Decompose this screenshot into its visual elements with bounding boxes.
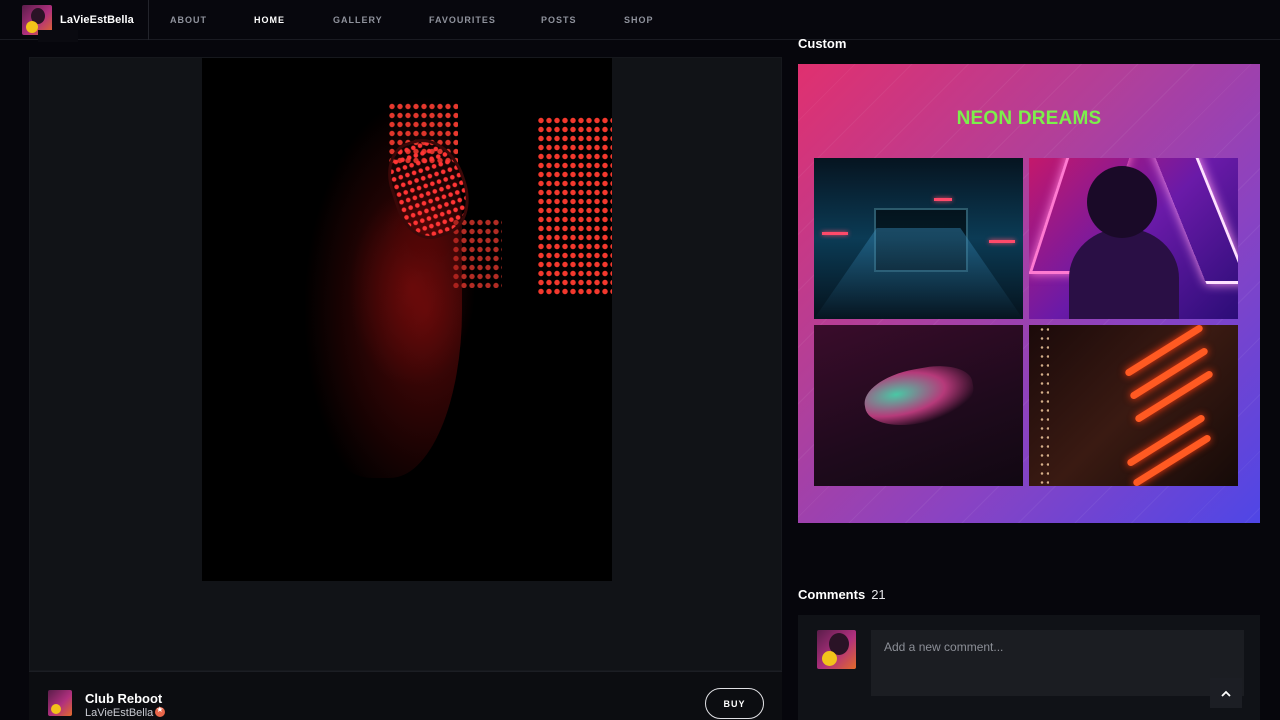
scroll-to-top-button[interactable] xyxy=(1210,678,1242,708)
media-panel xyxy=(29,57,782,671)
led-sign-glow xyxy=(537,116,612,296)
portrait-silhouette xyxy=(282,58,462,478)
top-navigation: LaVieEstBella ABOUT HOME GALLERY FAVOURI… xyxy=(0,0,1280,40)
comments-title: Comments 21 xyxy=(798,587,886,602)
nav-shop[interactable]: SHOP xyxy=(624,15,654,25)
buy-button[interactable]: BUY xyxy=(705,688,764,719)
nav-gallery[interactable]: GALLERY xyxy=(333,15,383,25)
nav-home[interactable]: HOME xyxy=(254,15,285,25)
nav-favourites[interactable]: FAVOURITES xyxy=(429,15,496,25)
brand-name: LaVieEstBella xyxy=(60,13,134,26)
artwork-author[interactable]: LaVieEstBella xyxy=(85,705,166,719)
neon-tile-lights[interactable] xyxy=(1029,325,1238,486)
user-avatar xyxy=(817,630,856,669)
custom-card[interactable]: NEON DREAMS xyxy=(798,64,1260,523)
neon-glow-stripe xyxy=(1128,346,1210,401)
author-name[interactable]: LaVieEstBella xyxy=(85,707,153,719)
neon-tile-portrait[interactable] xyxy=(1029,158,1238,319)
neon-tile-hands[interactable] xyxy=(814,325,1023,486)
neon-light-strip xyxy=(822,232,848,235)
nav-about[interactable]: ABOUT xyxy=(170,15,207,25)
author-avatar[interactable] xyxy=(48,690,72,716)
media-footer: Club Reboot LaVieEstBella BUY xyxy=(29,671,782,720)
chevron-up-icon xyxy=(1221,690,1231,697)
comment-input[interactable] xyxy=(871,630,1244,696)
neon-glow-stripe xyxy=(1123,325,1205,378)
artwork-title: Club Reboot xyxy=(85,691,163,706)
scrolled-title-fragment xyxy=(38,30,78,42)
comments-label: Comments xyxy=(798,587,866,602)
neon-tile-tunnel[interactable] xyxy=(814,158,1023,319)
nav-posts[interactable]: POSTS xyxy=(541,15,577,25)
neon-dreams-title: NEON DREAMS xyxy=(956,108,1102,129)
neon-light-strip xyxy=(989,240,1015,243)
portrait-body xyxy=(1069,228,1179,319)
neon-portrait-image[interactable] xyxy=(202,58,612,581)
neon-glow-stripe xyxy=(1131,433,1213,486)
comment-composer xyxy=(798,615,1260,720)
verified-badge-icon xyxy=(155,705,166,717)
neon-light-strip xyxy=(934,198,952,201)
portrait-head xyxy=(1087,166,1157,238)
custom-section-title: Custom xyxy=(798,36,847,51)
comments-count: 21 xyxy=(871,587,886,602)
